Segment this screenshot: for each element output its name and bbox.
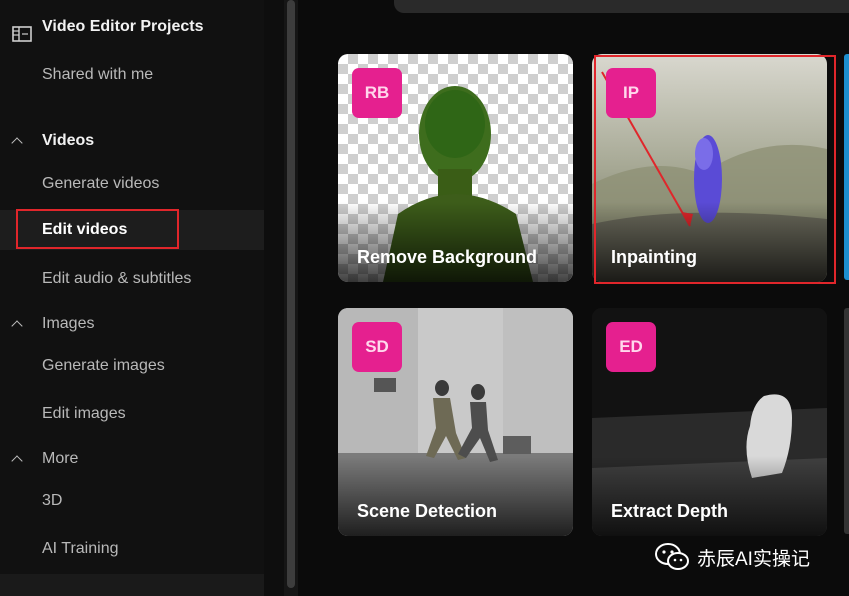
card-badge: SD [352,322,402,372]
sidebar-item-label: Generate videos [42,175,160,192]
tool-card-extract-depth[interactable]: ED Extract Depth [592,308,827,536]
scrollbar-thumb[interactable] [287,0,295,588]
sidebar-item-label: Video Editor Projects [42,18,204,35]
sidebar-item-3d[interactable]: 3D [0,481,264,521]
chevron-up-icon [11,455,23,467]
sidebar-item-shared-with-me[interactable]: Shared with me [0,55,264,95]
sidebar-item-ai-training[interactable]: AI Training [0,529,264,569]
watermark-text: 赤辰AI实操记 [697,548,810,570]
main-content: RB Remove Background IP Inpainting SD Sc… [298,0,849,596]
card-badge: RB [352,68,402,118]
card-label: Extract Depth [611,501,729,521]
sidebar-item-edit-images[interactable]: Edit images [0,394,264,434]
sidebar-item-label: Generate images [42,357,165,374]
watermark: 赤辰AI实操记 [655,540,810,574]
film-icon [12,26,32,42]
sidebar-item-label: Edit videos [42,221,128,238]
sidebar-item-edit-audio-subtitles[interactable]: Edit audio & subtitles [0,259,264,299]
sidebar-item-generate-videos[interactable]: Generate videos [0,164,264,204]
sidebar-section-videos[interactable]: Videos [0,121,264,161]
sidebar-item-label: Edit images [42,405,126,422]
sidebar-section-more[interactable]: More [0,439,264,479]
sidebar-item-label: AI Training [42,540,119,557]
sidebar-scrollbar[interactable] [284,0,298,596]
card-shade [592,202,827,282]
card-label: Inpainting [611,247,697,267]
sidebar-item-label: Edit audio & subtitles [42,270,192,287]
sidebar-item-generate-images[interactable]: Generate images [0,346,264,386]
card-shade [592,456,827,536]
sidebar-item-edit-videos[interactable]: Edit videos [0,210,264,250]
card-label: Scene Detection [357,501,498,521]
sidebar-item-label: Shared with me [42,66,154,83]
partial-card-edge[interactable] [844,308,849,534]
partial-card-edge[interactable] [844,54,849,280]
card-shade [338,202,573,282]
sidebar: Video Editor Projects Shared with me Vid… [0,0,264,596]
sidebar-item-video-editor-projects[interactable]: Video Editor Projects [0,7,264,47]
sidebar-item-label: More [42,450,79,467]
wechat-icon [655,543,689,570]
card-shade [338,456,573,536]
sidebar-section-images[interactable]: Images [0,304,264,344]
sidebar-item-label: Videos [42,132,95,149]
tool-card-inpainting[interactable]: IP Inpainting [592,54,827,282]
chevron-up-icon [11,320,23,332]
tool-card-scene-detection[interactable]: SD Scene Detection [338,308,573,536]
card-label: Remove Background [357,247,538,267]
app-window: Video Editor Projects Shared with me Vid… [0,0,849,596]
tool-card-remove-background[interactable]: RB Remove Background [338,54,573,282]
sidebar-item-label: 3D [42,492,63,509]
sidebar-item-label: Images [42,315,95,332]
card-badge: ED [606,322,656,372]
card-badge: IP [606,68,656,118]
top-preview-strip [394,0,849,13]
chevron-up-icon [11,137,23,149]
sidebar-footer [0,574,264,596]
